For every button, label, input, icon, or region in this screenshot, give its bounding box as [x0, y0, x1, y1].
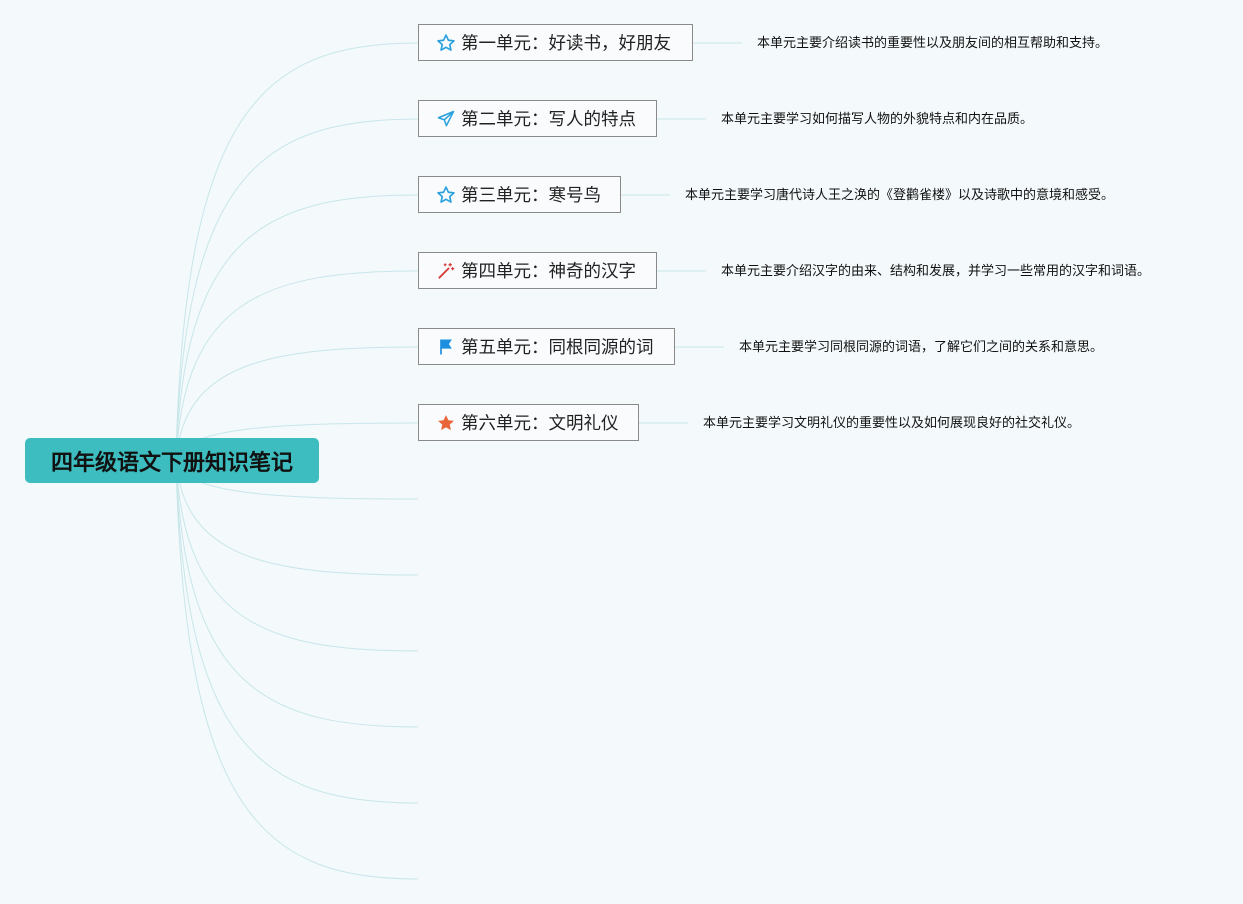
topic-unit-2-label: 第二单元：写人的特点 [461, 110, 636, 130]
paper-plane-icon [435, 108, 457, 130]
note-unit-1: 本单元主要介绍读书的重要性以及朋友间的相互帮助和支持。 [757, 36, 1109, 51]
note-unit-6: 本单元主要学习文明礼仪的重要性以及如何展现良好的社交礼仪。 [703, 416, 1081, 431]
branch-line [175, 194, 419, 461]
magic-wand-icon [435, 260, 457, 282]
star-outline-icon [435, 32, 457, 54]
note-unit-4: 本单元主要介绍汉字的由来、结构和发展，并学习一些常用的汉字和词语。 [721, 264, 1151, 279]
branch-line [175, 459, 419, 880]
flag-icon [435, 336, 457, 358]
branch-line [175, 270, 419, 461]
topic-unit-1-label: 第一单元：好读书，好朋友 [461, 34, 671, 54]
topic-unit-5-label: 第五单元：同根同源的词 [461, 338, 654, 358]
topic-unit-3[interactable]: 第三单元：寒号鸟 [418, 176, 621, 213]
root-topic-label: 四年级语文下册知识笔记 [50, 450, 293, 476]
note-unit-3: 本单元主要学习唐代诗人王之涣的《登鹳雀楼》以及诗歌中的意境和感受。 [685, 188, 1115, 203]
branch-line [175, 459, 419, 652]
branch-line [175, 42, 419, 461]
topic-unit-1[interactable]: 第一单元：好读书，好朋友 [418, 24, 693, 61]
note-unit-5: 本单元主要学习同根同源的词语，了解它们之间的关系和意思。 [739, 340, 1104, 355]
branch-line [175, 118, 419, 461]
root-topic[interactable]: 四年级语文下册知识笔记 [25, 438, 319, 483]
topic-unit-5[interactable]: 第五单元：同根同源的词 [418, 328, 675, 365]
topic-unit-4[interactable]: 第四单元：神奇的汉字 [418, 252, 657, 289]
star-filled-icon [435, 412, 457, 434]
note-unit-2: 本单元主要学习如何描写人物的外貌特点和内在品质。 [721, 112, 1034, 127]
topic-unit-2[interactable]: 第二单元：写人的特点 [418, 100, 657, 137]
star-outline-icon [435, 184, 457, 206]
topic-unit-6[interactable]: 第六单元：文明礼仪 [418, 404, 639, 441]
mind-map-canvas: 四年级语文下册知识笔记 第一单元：好读书，好朋友 本单元主要介绍读书的重要性以及… [0, 0, 1243, 904]
branch-line [175, 459, 419, 804]
topic-unit-4-label: 第四单元：神奇的汉字 [461, 262, 636, 282]
topic-unit-6-label: 第六单元：文明礼仪 [461, 414, 619, 434]
topic-unit-3-label: 第三单元：寒号鸟 [461, 186, 601, 206]
